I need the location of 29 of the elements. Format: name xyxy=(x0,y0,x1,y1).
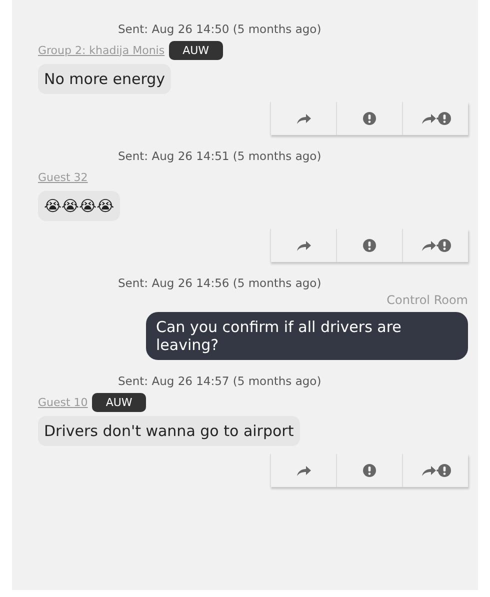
forward-alert-icon xyxy=(420,464,450,477)
forward-alert-button[interactable] xyxy=(402,229,468,262)
sender-link[interactable]: Group 2: khadija Monis xyxy=(38,44,165,56)
message-bubble: Can you confirm if all drivers are leaving? xyxy=(146,312,468,360)
alert-button[interactable] xyxy=(336,102,402,135)
sent-time: Sent: Aug 26 14:50 (5 months ago) xyxy=(118,22,322,36)
alert-button[interactable] xyxy=(336,454,402,487)
alert-icon xyxy=(363,464,376,477)
sent-time: Sent: Aug 26 14:57 (5 months ago) xyxy=(118,374,322,388)
alert-icon xyxy=(363,239,376,252)
message-bubble: 😭😭😭😭 xyxy=(38,191,120,221)
alert-button[interactable] xyxy=(336,229,402,262)
sent-time: Sent: Aug 26 14:56 (5 months ago) xyxy=(118,276,322,290)
forward-alert-button[interactable] xyxy=(402,454,468,487)
forward-icon xyxy=(296,464,312,476)
sender-name: Control Room xyxy=(386,293,468,307)
forward-icon xyxy=(296,240,312,252)
sent-time: Sent: Aug 26 14:51 (5 months ago) xyxy=(118,149,322,163)
forward-alert-icon xyxy=(420,112,450,125)
message-bubble: No more energy xyxy=(38,64,172,94)
sender-link[interactable]: Guest 10 xyxy=(38,396,88,408)
forward-alert-button[interactable] xyxy=(402,102,468,135)
sender-link[interactable]: Guest 32 xyxy=(38,170,88,184)
group-tag: AUW xyxy=(92,392,146,412)
alert-icon xyxy=(363,112,376,125)
forward-icon xyxy=(296,112,312,124)
message-bubble: Drivers don't wanna go to airport xyxy=(38,416,300,446)
group-tag: AUW xyxy=(168,40,224,60)
forward-alert-icon xyxy=(420,239,450,252)
